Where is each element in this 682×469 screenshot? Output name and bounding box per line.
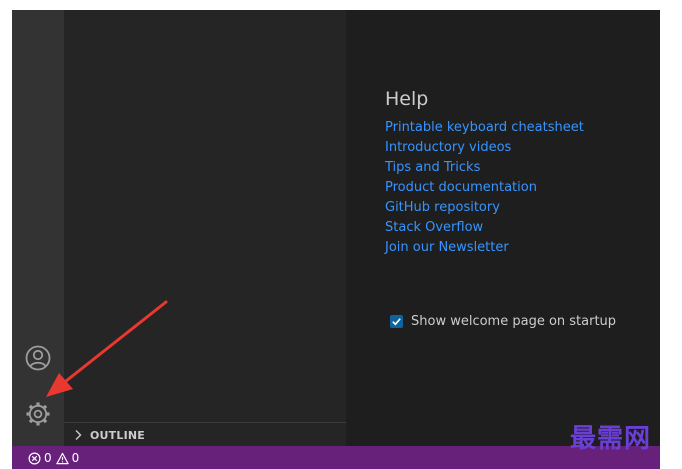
gear-icon [26,402,50,426]
problems-status[interactable]: 0 0 [28,451,83,465]
warning-icon [55,452,69,464]
link-newsletter[interactable]: Join our Newsletter [385,240,509,255]
accounts-button[interactable] [24,344,52,372]
account-icon [25,345,51,371]
checkmark-icon [392,318,401,326]
help-section: Help Printable keyboard cheatsheet Intro… [385,88,584,256]
link-tips-and-tricks[interactable]: Tips and Tricks [385,160,480,175]
welcome-editor: Help Printable keyboard cheatsheet Intro… [346,10,660,446]
manage-gear-button[interactable] [24,400,52,428]
link-introductory-videos[interactable]: Introductory videos [385,140,511,155]
link-stack-overflow[interactable]: Stack Overflow [385,220,483,235]
sidebar: OUTLINE [64,10,346,446]
link-github-repository[interactable]: GitHub repository [385,200,500,215]
status-bar: 0 0 [12,446,660,469]
error-icon [28,452,41,464]
link-product-documentation[interactable]: Product documentation [385,180,537,195]
warning-count: 0 [71,451,80,465]
vscode-window: OUTLINE Help Printable keyboard cheatshe… [12,10,660,446]
outline-label: OUTLINE [90,428,146,442]
help-title: Help [385,88,429,110]
startup-label: Show welcome page on startup [411,314,617,329]
chevron-right-icon [75,430,82,440]
outline-section-header[interactable]: OUTLINE [64,422,346,446]
link-keyboard-cheatsheet[interactable]: Printable keyboard cheatsheet [385,120,584,135]
show-welcome-on-startup-toggle[interactable]: Show welcome page on startup [390,314,616,329]
watermark: 最需网 [570,424,652,454]
startup-checkbox[interactable] [390,315,403,328]
activity-bar [12,10,64,446]
error-count: 0 [44,451,52,465]
help-links: Printable keyboard cheatsheet Introducto… [385,116,584,256]
